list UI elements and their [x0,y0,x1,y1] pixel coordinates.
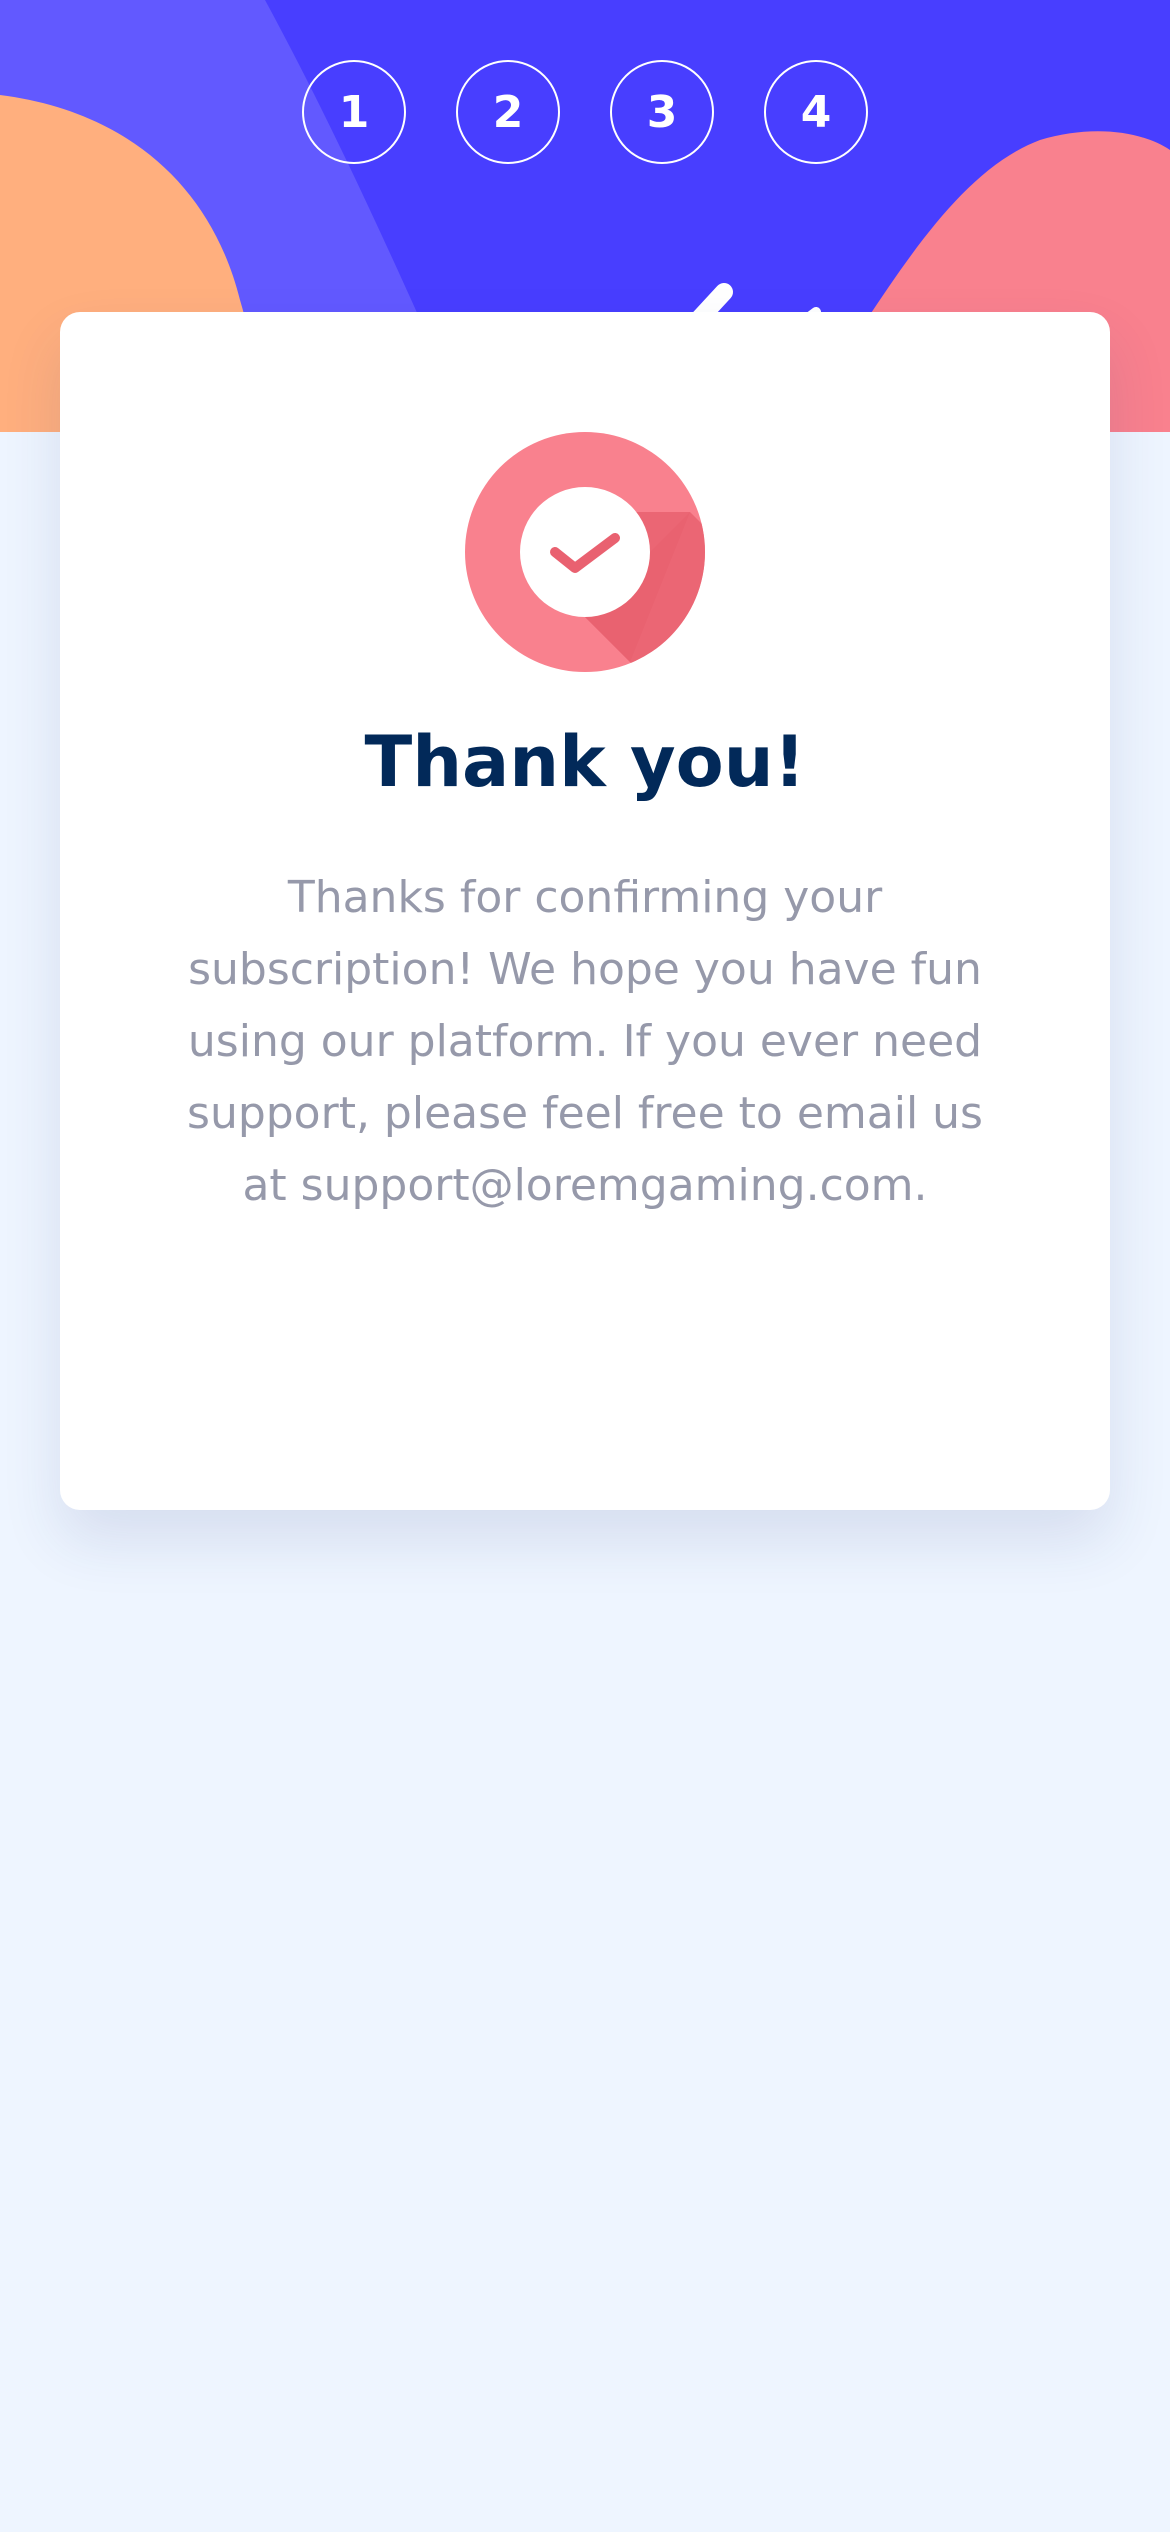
confirmation-message: Thanks for confirming your subscription!… [187,872,983,1211]
confirmation-card: Thank you! Thanks for confirming your su… [60,312,1110,1510]
step-indicator: 1 2 3 4 [0,60,1170,164]
step-2-button[interactable]: 2 [456,60,560,164]
checkmark-icon [465,432,705,672]
thank-you-page: 1 2 3 4 Thank you! Thanks for confirming… [0,0,1170,2532]
thank-you-title: Thank you! [364,721,806,803]
step-1-button[interactable]: 1 [302,60,406,164]
step-3-button[interactable]: 3 [610,60,714,164]
step-4-button[interactable]: 4 [764,60,868,164]
